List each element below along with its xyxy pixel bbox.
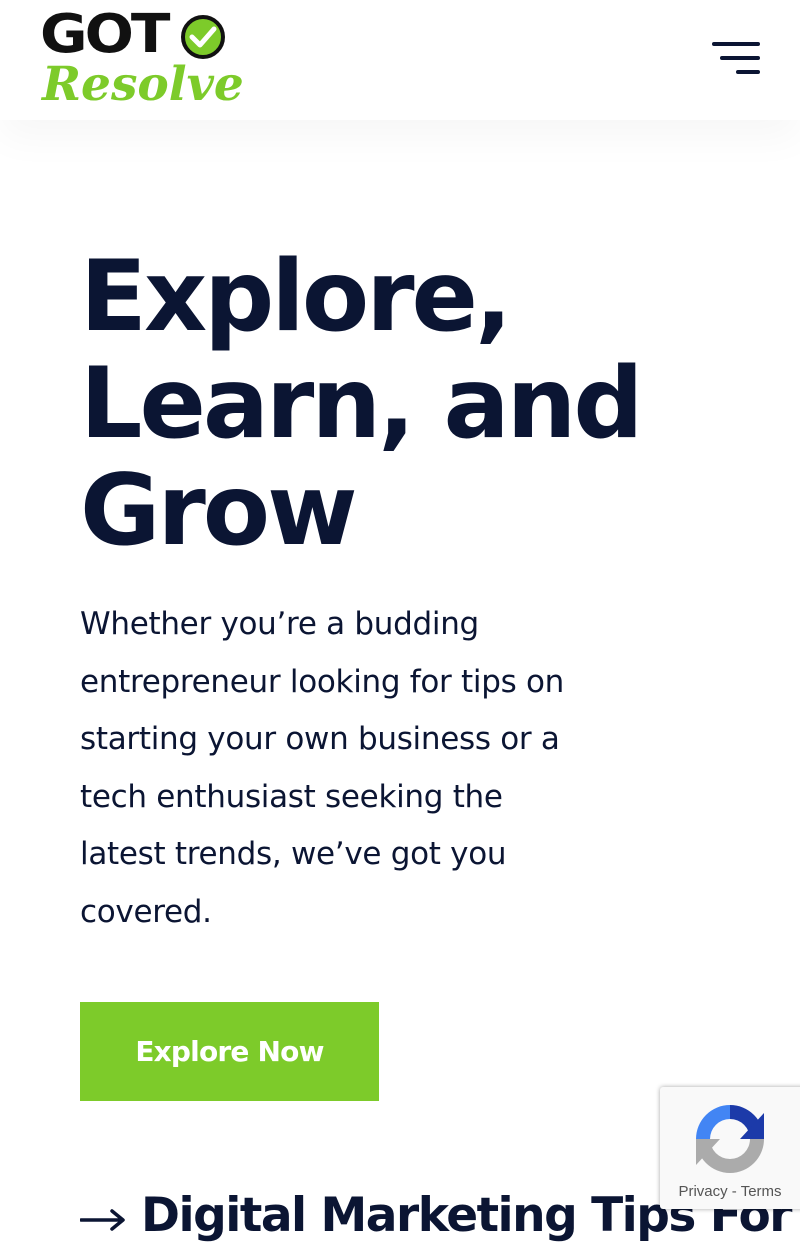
hero-text-line: tech enthusiast seeking the [80,778,503,815]
hero-text-line: covered. [80,893,212,930]
hero-title-line: Grow [80,454,358,568]
site-logo[interactable]: GOT Resolve [40,4,244,112]
hero-text-line: Whether you’re a budding [80,606,479,642]
recaptcha-badge[interactable]: Privacy - Terms [660,1087,800,1209]
check-circle-icon [181,15,225,59]
explore-now-button[interactable]: Explore Now [80,1002,379,1101]
hero-text-line: starting your own business or a [80,721,560,757]
logo-top-text: GOT [40,2,170,65]
privacy-link[interactable]: Privacy [678,1183,727,1200]
hero-title-line: Learn, and [80,347,644,461]
site-header: GOT Resolve [0,0,800,120]
hero-title-line: Explore, [80,240,512,354]
hero-text-line: latest trends, we’ve got you [80,836,507,872]
menu-line [736,70,760,74]
hamburger-menu-icon[interactable] [708,40,764,80]
link-separator: - [731,1183,737,1200]
recaptcha-links: Privacy - Terms [660,1183,800,1200]
hero-text-line: entrepreneur looking for tips on [80,663,565,700]
logo-bottom-text: Resolve [42,57,244,112]
hero-description: Whether you’re a budding entrepreneur lo… [80,596,600,941]
menu-line [712,42,760,46]
terms-link[interactable]: Terms [741,1183,782,1200]
menu-line [720,56,760,60]
recaptcha-icon [696,1105,764,1173]
arrow-right-icon [80,1209,125,1231]
hero-title: Explore, Learn, and Grow [80,244,720,565]
